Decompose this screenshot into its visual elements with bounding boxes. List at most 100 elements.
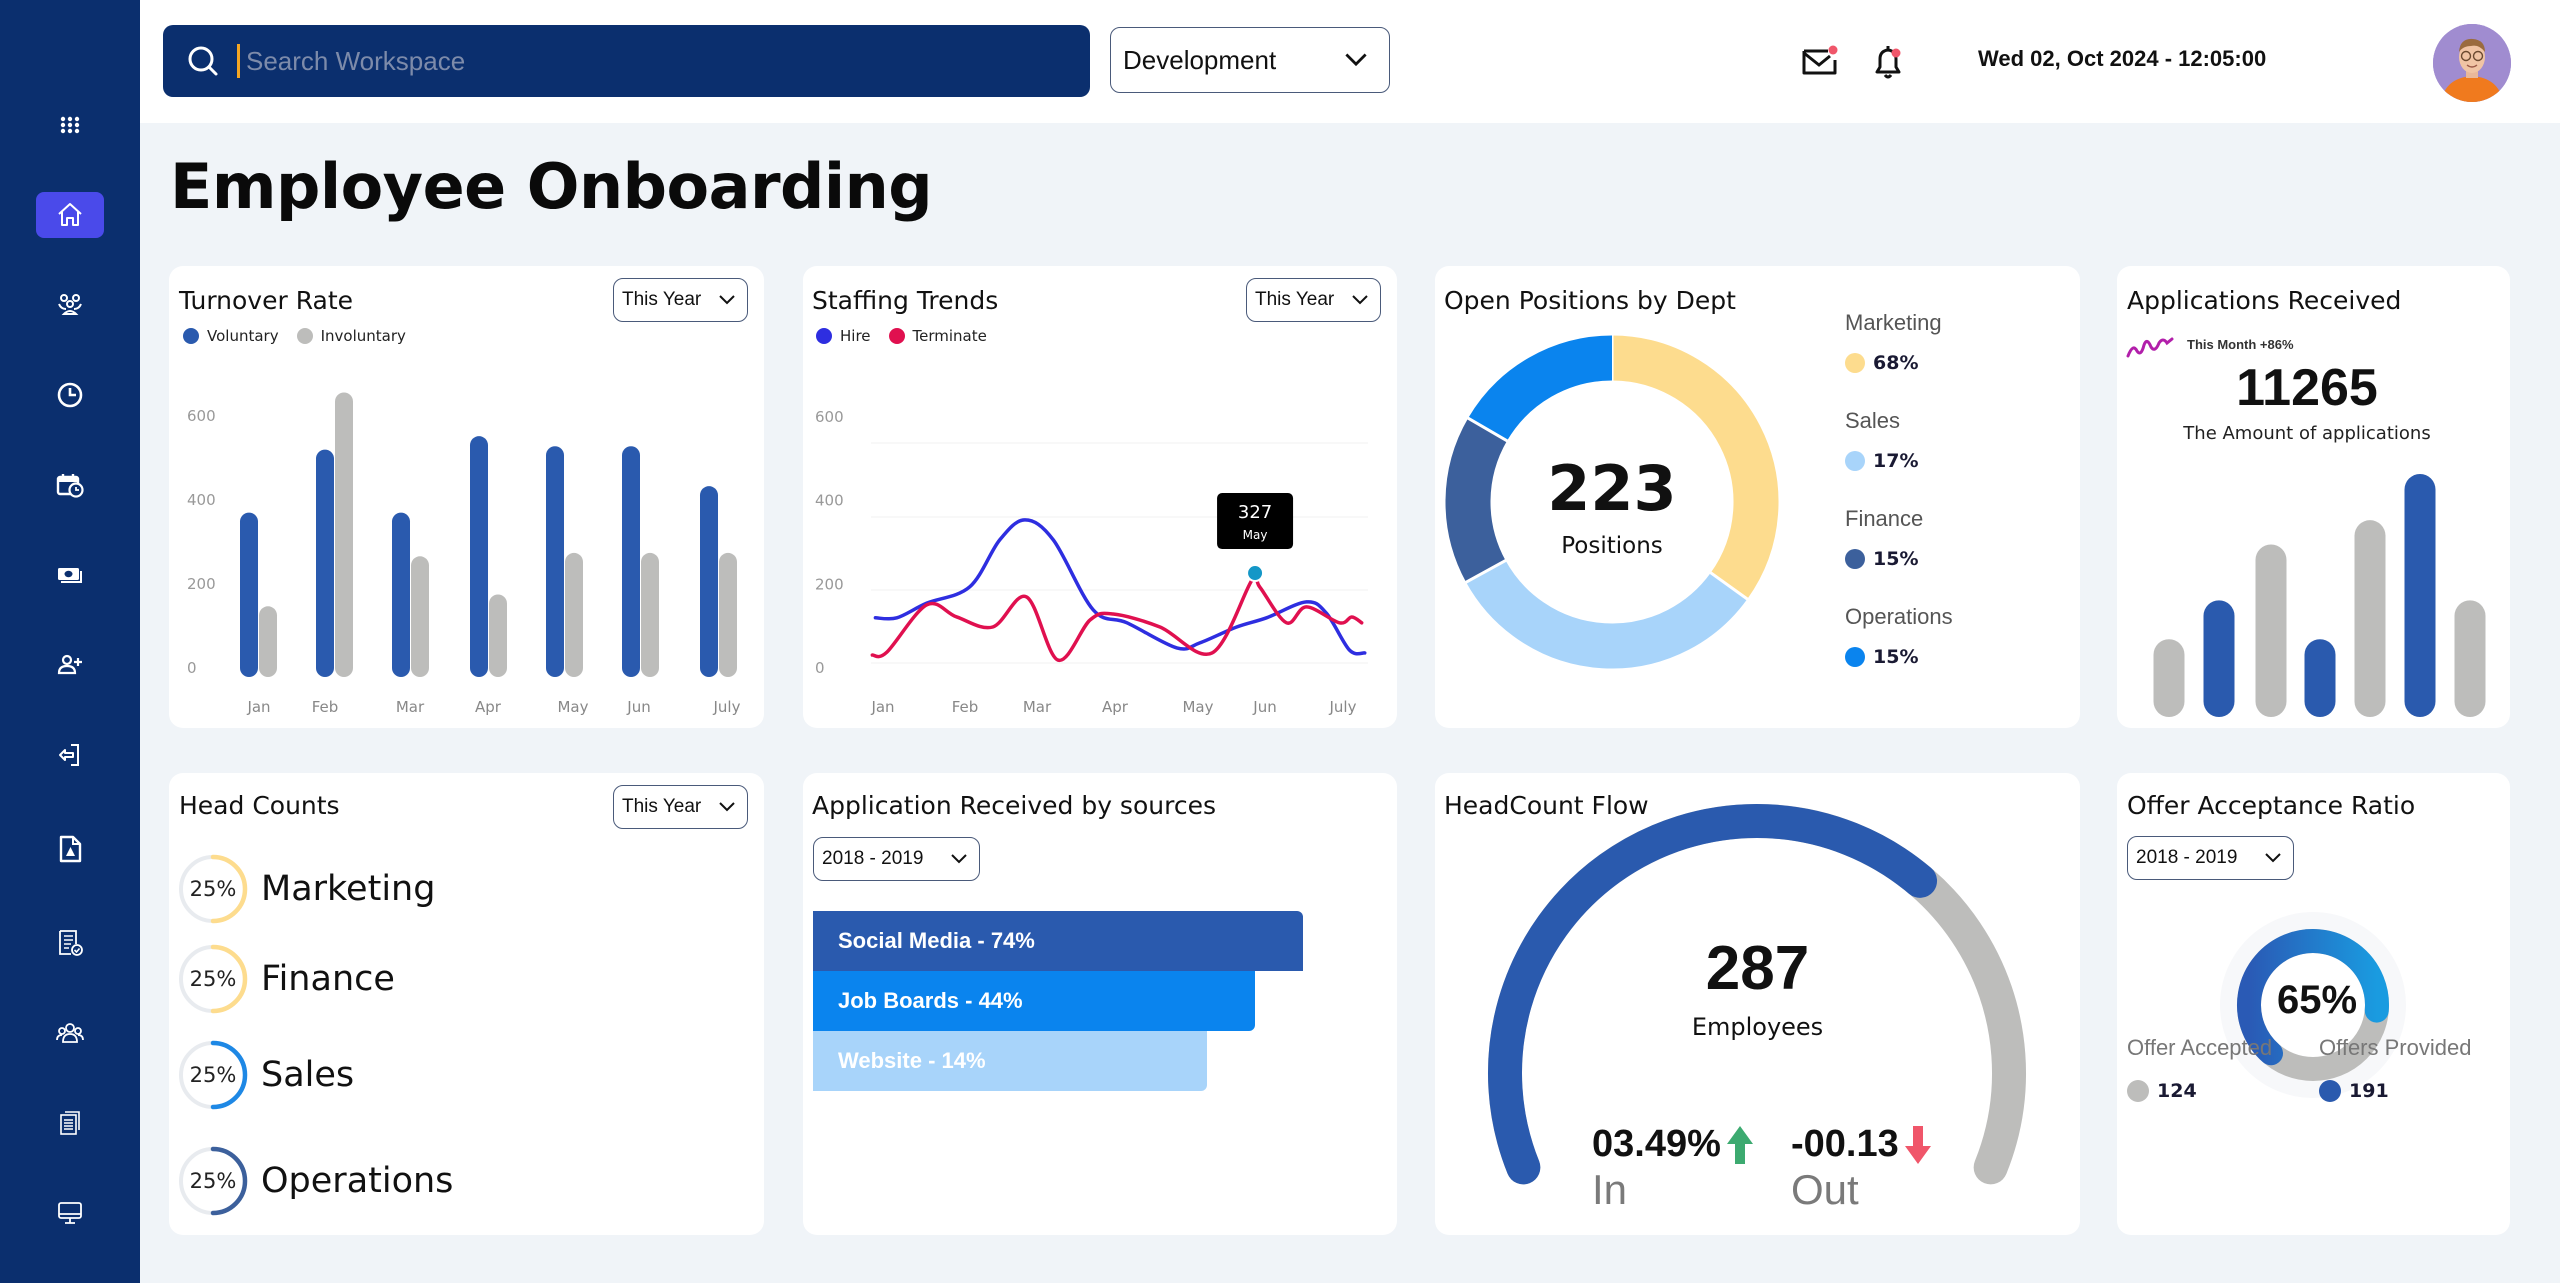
- legend-swatch-provided: [2319, 1080, 2341, 1102]
- offers-provided-value: 191: [2349, 1080, 2389, 1102]
- y-tick-label: 600: [187, 407, 216, 425]
- head-count-item-finance[interactable]: 25% Finance: [177, 943, 395, 1015]
- monitor-icon: [58, 1202, 82, 1224]
- document-pdf-icon: [59, 835, 82, 863]
- sidebar-item-reports[interactable]: [36, 1100, 104, 1146]
- open-positions-card: Open Positions by Dept 223 Positions Mark…: [1435, 266, 2080, 728]
- avatar-portrait-icon: [2433, 24, 2511, 102]
- sidebar-item-groups[interactable]: [36, 1010, 104, 1056]
- bar-voluntary-may[interactable]: [546, 446, 564, 677]
- application-bar[interactable]: [2153, 639, 2185, 717]
- legend-item-marketing: Marketing 68%: [1845, 310, 1942, 374]
- sidebar-item-team[interactable]: [36, 282, 104, 328]
- bar-voluntary-feb[interactable]: [316, 449, 334, 677]
- x-tick-label: Mar: [1023, 698, 1052, 716]
- user-avatar[interactable]: [2433, 24, 2511, 102]
- search-input[interactable]: [246, 45, 1006, 77]
- head-count-item-sales[interactable]: 25% Sales: [177, 1039, 354, 1111]
- x-tick-label: July: [1329, 698, 1357, 716]
- tooltip-value: 327: [1238, 502, 1272, 523]
- offers-provided-stat: 191: [2319, 1080, 2389, 1102]
- offers-provided-label: Offers Provided: [2319, 1035, 2472, 1060]
- sidebar-item-devices[interactable]: [36, 1190, 104, 1236]
- sidebar-item-checklist[interactable]: [36, 920, 104, 966]
- bar-voluntary-jun[interactable]: [622, 446, 640, 677]
- sidebar-item-home[interactable]: [36, 192, 104, 238]
- bar-involuntary-jan[interactable]: [259, 606, 277, 677]
- application-bar[interactable]: [2255, 544, 2287, 717]
- offer-accepted-value: 124: [2157, 1080, 2197, 1102]
- line-terminate[interactable]: [870, 573, 1364, 662]
- inflow-stat: 03.49% In: [1592, 1123, 1755, 1214]
- chevron-down-icon: [951, 854, 967, 864]
- x-tick-label: May: [1182, 698, 1213, 716]
- legend-value: 17%: [1845, 450, 1918, 472]
- donut-slice-operations[interactable]: [1468, 335, 1613, 442]
- offer-percent: 65%: [2276, 978, 2358, 1022]
- head-count-item-marketing[interactable]: 25% Marketing: [177, 853, 435, 925]
- bar-involuntary-apr[interactable]: [489, 594, 507, 678]
- donut-slice-finance[interactable]: [1445, 418, 1508, 583]
- x-tick-label: May: [557, 698, 588, 716]
- legend-value: 15%: [1845, 548, 1923, 570]
- sources-period-dropdown[interactable]: 2018 - 2019: [813, 837, 980, 881]
- sidebar-item-documents-pdf[interactable]: [36, 826, 104, 872]
- team-icon: [58, 294, 82, 315]
- bar-involuntary-feb[interactable]: [335, 392, 353, 677]
- bar-voluntary-july[interactable]: [700, 486, 718, 677]
- sidebar-item-add-employee[interactable]: [36, 642, 104, 688]
- highlight-point[interactable]: [1246, 564, 1265, 583]
- page-title: Employee Onboarding: [170, 150, 933, 223]
- offer-accepted-stat: 124: [2127, 1080, 2197, 1102]
- legend-value: 15%: [1845, 646, 1953, 668]
- legend-swatch: [1845, 353, 1865, 373]
- department-dropdown[interactable]: Development: [1110, 27, 1390, 93]
- ring-label: 25%: [189, 877, 237, 901]
- x-tick-label: Jun: [626, 698, 650, 716]
- mail-icon[interactable]: [1800, 42, 1840, 82]
- head-count-item-operations[interactable]: 25% Operations: [177, 1145, 453, 1217]
- application-bar[interactable]: [2354, 520, 2386, 717]
- application-bar[interactable]: [2404, 474, 2436, 717]
- head-counts-period-dropdown[interactable]: This Year: [613, 785, 748, 829]
- bar-voluntary-mar[interactable]: [392, 512, 410, 677]
- dropdown-value: 2018 - 2019: [822, 848, 924, 869]
- notification-bell-icon[interactable]: [1868, 42, 1908, 82]
- application-bar[interactable]: [2454, 600, 2486, 717]
- bar-involuntary-mar[interactable]: [411, 556, 429, 677]
- bar-voluntary-jan[interactable]: [240, 512, 258, 677]
- search-bar[interactable]: [163, 25, 1090, 97]
- bar-involuntary-july[interactable]: [719, 552, 737, 677]
- headcount-total: 287: [1705, 934, 1810, 1003]
- x-tick-label: Feb: [952, 698, 979, 716]
- legend-value: 68%: [1845, 352, 1942, 374]
- donut-slice-sales[interactable]: [1466, 560, 1748, 669]
- y-tick-label: 400: [815, 492, 844, 510]
- bar-involuntary-jun[interactable]: [641, 552, 659, 677]
- sidebar-item-login[interactable]: [36, 732, 104, 778]
- outflow-label: Out: [1791, 1166, 1859, 1213]
- search-icon[interactable]: [185, 43, 221, 79]
- legend-item-operations: Operations 15%: [1845, 604, 1953, 668]
- bar-involuntary-may[interactable]: [565, 552, 583, 677]
- offer-acceptance-card: Offer Acceptance Ratio 2018 - 2019 65% O…: [2117, 773, 2510, 1235]
- sidebar-item-time[interactable]: [36, 372, 104, 418]
- arrow-up-icon: [1726, 1125, 1753, 1164]
- application-bar[interactable]: [2203, 600, 2235, 717]
- arrow-down-icon: [1904, 1125, 1931, 1164]
- legend-item-finance: Finance 15%: [1845, 506, 1923, 570]
- source-bar[interactable]: Job Boards - 44%: [813, 971, 1255, 1031]
- sidebar-item-payroll[interactable]: [36, 552, 104, 598]
- source-bar[interactable]: Social Media - 74%: [813, 911, 1303, 971]
- ring-label: 25%: [189, 1063, 237, 1087]
- x-tick-label: Apr: [1102, 698, 1129, 716]
- sidebar-item-schedule[interactable]: [36, 462, 104, 508]
- current-datetime: Wed 02, Oct 2024 - 12:05:00: [1978, 46, 2267, 71]
- application-bar[interactable]: [2304, 639, 2336, 717]
- sidebar-item-apps[interactable]: [36, 102, 104, 148]
- y-tick-label: 200: [815, 575, 844, 593]
- source-bar[interactable]: Website - 14%: [813, 1031, 1207, 1091]
- bar-voluntary-apr[interactable]: [470, 436, 488, 677]
- apps-grid-icon: [60, 116, 80, 134]
- legend-percent: 68%: [1873, 352, 1919, 374]
